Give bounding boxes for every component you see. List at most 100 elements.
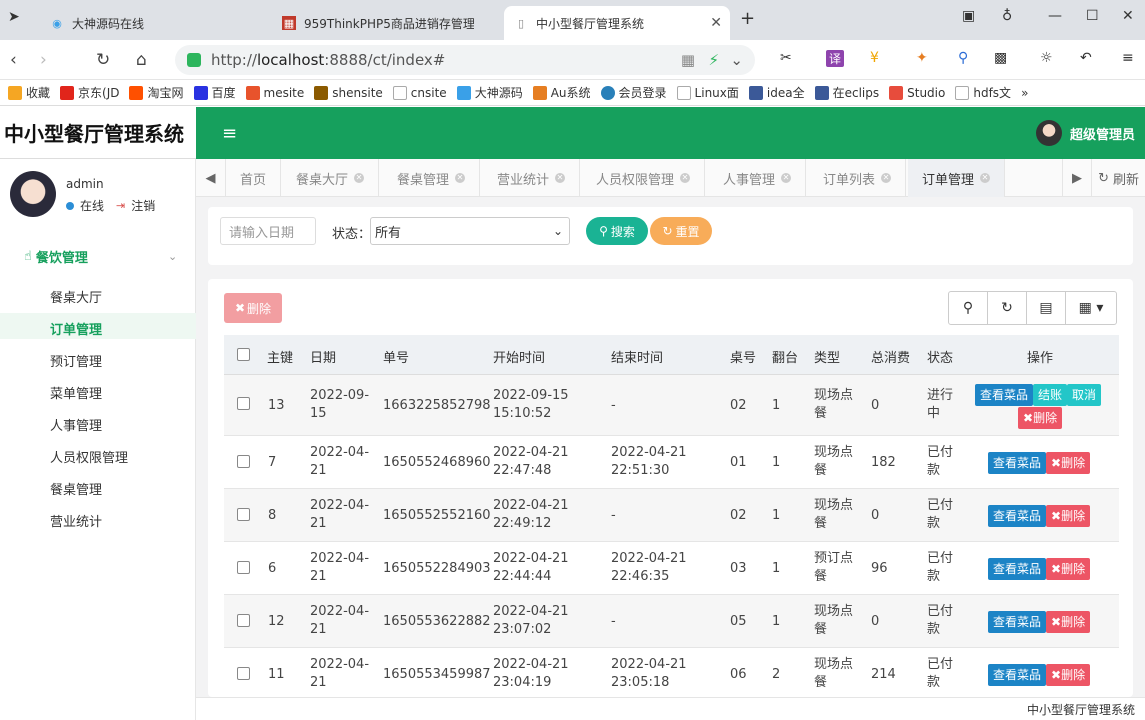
tab-home[interactable]: 首页 [226,159,282,197]
back-icon[interactable]: ‹ [10,50,17,70]
tabs-scroll-left-icon[interactable]: ◀ [196,159,226,197]
close-tab-icon[interactable]: ✕ [980,173,991,183]
game-icon[interactable]: ✦ [916,50,928,66]
browser-menu-icon[interactable]: ➤ [8,9,20,25]
search-button[interactable]: ⚲ 搜索 [586,217,648,245]
select-all-checkbox[interactable] [237,348,250,361]
current-user[interactable]: 超级管理员 [1035,120,1135,146]
bolt-icon[interactable]: ⚡ [708,51,719,69]
toggle-view-icon[interactable]: ▤ [1027,292,1066,324]
bookmark-item[interactable]: 淘宝网 [129,84,184,101]
row-checkbox[interactable] [237,508,250,521]
bookmark-item[interactable]: 京东(JD [60,84,119,101]
delete-row-button[interactable]: ✖删除 [1046,452,1091,474]
translate-icon[interactable]: 译 [826,50,845,67]
tab-stats[interactable]: 营业统计 ✕ [483,159,581,197]
menu-icon[interactable]: ≡ [1122,50,1134,66]
view-dishes-button[interactable]: 查看菜品 [988,452,1047,474]
undo-icon[interactable]: ↶ [1080,50,1092,66]
delete-row-button[interactable]: ✖删除 [1046,505,1091,527]
tab-orders[interactable]: 订单管理 ✕ [908,159,1006,197]
coupon-icon[interactable]: ¥ [870,50,879,66]
checkout-button[interactable]: 结账 [1033,384,1068,406]
close-tab-icon[interactable]: ✕ [455,173,466,183]
header-end[interactable]: 结束时间 [611,347,663,366]
view-dishes-button[interactable]: 查看菜品 [988,611,1047,633]
close-tab-icon[interactable]: ✕ [555,173,566,183]
browser-tab-2[interactable]: ▦ 959ThinkPHP5商品进销存管理 [272,6,502,40]
header-status[interactable]: 状态 [927,347,953,366]
bookmark-item[interactable]: Linux面 [676,84,739,101]
tab-count-icon[interactable]: ▣ [962,8,975,24]
tab-order-list[interactable]: 订单列表 ✕ [809,159,907,197]
row-checkbox[interactable] [237,614,250,627]
status-select[interactable]: 所有 ⌄ [370,217,570,245]
header-table-no[interactable]: 桌号 [730,347,756,366]
brightness-icon[interactable]: ☼ [1040,50,1053,66]
reset-button[interactable]: ↻ 重置 [650,217,712,245]
bookmark-item[interactable]: 大神源码 [456,84,523,101]
header-id[interactable]: 主键 [267,347,293,366]
cancel-order-button[interactable]: 取消 [1067,384,1102,406]
bookmark-item[interactable]: 百度 [193,84,236,101]
new-tab-button[interactable]: + [740,8,755,29]
header-total[interactable]: 总消费 [871,347,910,366]
delete-row-button[interactable]: ✖删除 [1046,611,1091,633]
close-tab-icon[interactable]: ✕ [710,15,722,31]
menu-toggle-icon[interactable]: ≡ [222,123,237,144]
view-dishes-button[interactable]: 查看菜品 [988,558,1047,580]
bookmark-item[interactable]: shensite [314,85,383,100]
browser-tab-3[interactable]: ▯ 中小型餐厅管理系统 ✕ [504,6,730,40]
close-tab-icon[interactable]: ✕ [680,173,691,183]
header-type[interactable]: 类型 [814,347,840,366]
delete-row-button[interactable]: ✖删除 [1046,664,1091,686]
search-icon[interactable]: ⚲ [958,50,968,66]
refresh-button[interactable]: ↻ 刷新 [1091,159,1145,197]
delete-row-button[interactable]: ✖删除 [1046,558,1091,580]
view-dishes-button[interactable]: 查看菜品 [988,505,1047,527]
bulk-delete-button[interactable]: ✖ 删除 [224,293,282,323]
tabs-scroll-right-icon[interactable]: ▶ [1062,159,1092,197]
close-window-icon[interactable]: ✕ [1122,8,1134,24]
tab-permissions[interactable]: 人员权限管理 ✕ [582,159,706,197]
reload-icon[interactable]: ↻ [96,50,110,70]
sidebar-item-menu[interactable]: 菜单管理 [50,383,102,402]
view-dishes-button[interactable]: 查看菜品 [975,384,1034,406]
header-turn[interactable]: 翻台 [772,347,798,366]
header-date[interactable]: 日期 [310,347,336,366]
chevron-down-icon[interactable]: ⌄ [730,51,743,69]
close-tab-icon[interactable]: ✕ [781,173,792,183]
shirt-icon[interactable]: ♁ [1002,8,1012,24]
tab-hall[interactable]: 餐桌大厅 ✕ [282,159,380,197]
home-icon[interactable]: ⌂ [136,50,147,70]
close-tab-icon[interactable]: ✕ [881,173,892,183]
maximize-icon[interactable]: ☐ [1086,8,1099,24]
date-input[interactable]: 请输入日期 [220,217,316,245]
row-checkbox[interactable] [237,561,250,574]
browser-tab-1[interactable]: ◉ 大神源码在线 [40,6,270,40]
sidebar-item-stats[interactable]: 营业统计 [50,511,102,530]
sidebar-item-hr[interactable]: 人事管理 [50,415,102,434]
row-checkbox[interactable] [237,455,250,468]
sidebar-item-permissions[interactable]: 人员权限管理 [50,447,128,466]
sidebar-group-dining[interactable]: ☝ 餐饮管理 ⌄ [24,247,177,266]
search-icon[interactable]: ⚲ [949,292,988,324]
apps-icon[interactable]: ▩ [994,50,1007,66]
row-checkbox[interactable] [237,667,250,680]
bookmark-item[interactable]: 收藏 [8,84,50,101]
columns-icon[interactable]: ▦ ▾ [1066,292,1116,324]
forward-icon[interactable]: › [40,50,47,70]
sidebar-item-hall[interactable]: 餐桌大厅 [50,287,102,306]
header-start[interactable]: 开始时间 [493,347,545,366]
refresh-icon[interactable]: ↻ [988,292,1027,324]
bookmark-item[interactable]: Au系统 [532,84,591,101]
bookmark-item[interactable]: Studio [889,85,945,100]
bookmark-item[interactable]: hdfs文 [955,84,1011,101]
bookmark-item[interactable]: 在eclips [814,84,879,101]
header-no[interactable]: 单号 [383,347,409,366]
tab-hr[interactable]: 人事管理 ✕ [709,159,807,197]
logout-link[interactable]: 注销 [131,197,155,214]
view-dishes-button[interactable]: 查看菜品 [988,664,1047,686]
logout-icon[interactable]: ⇥ [116,199,125,212]
bookmarks-more[interactable]: » [1021,86,1028,100]
